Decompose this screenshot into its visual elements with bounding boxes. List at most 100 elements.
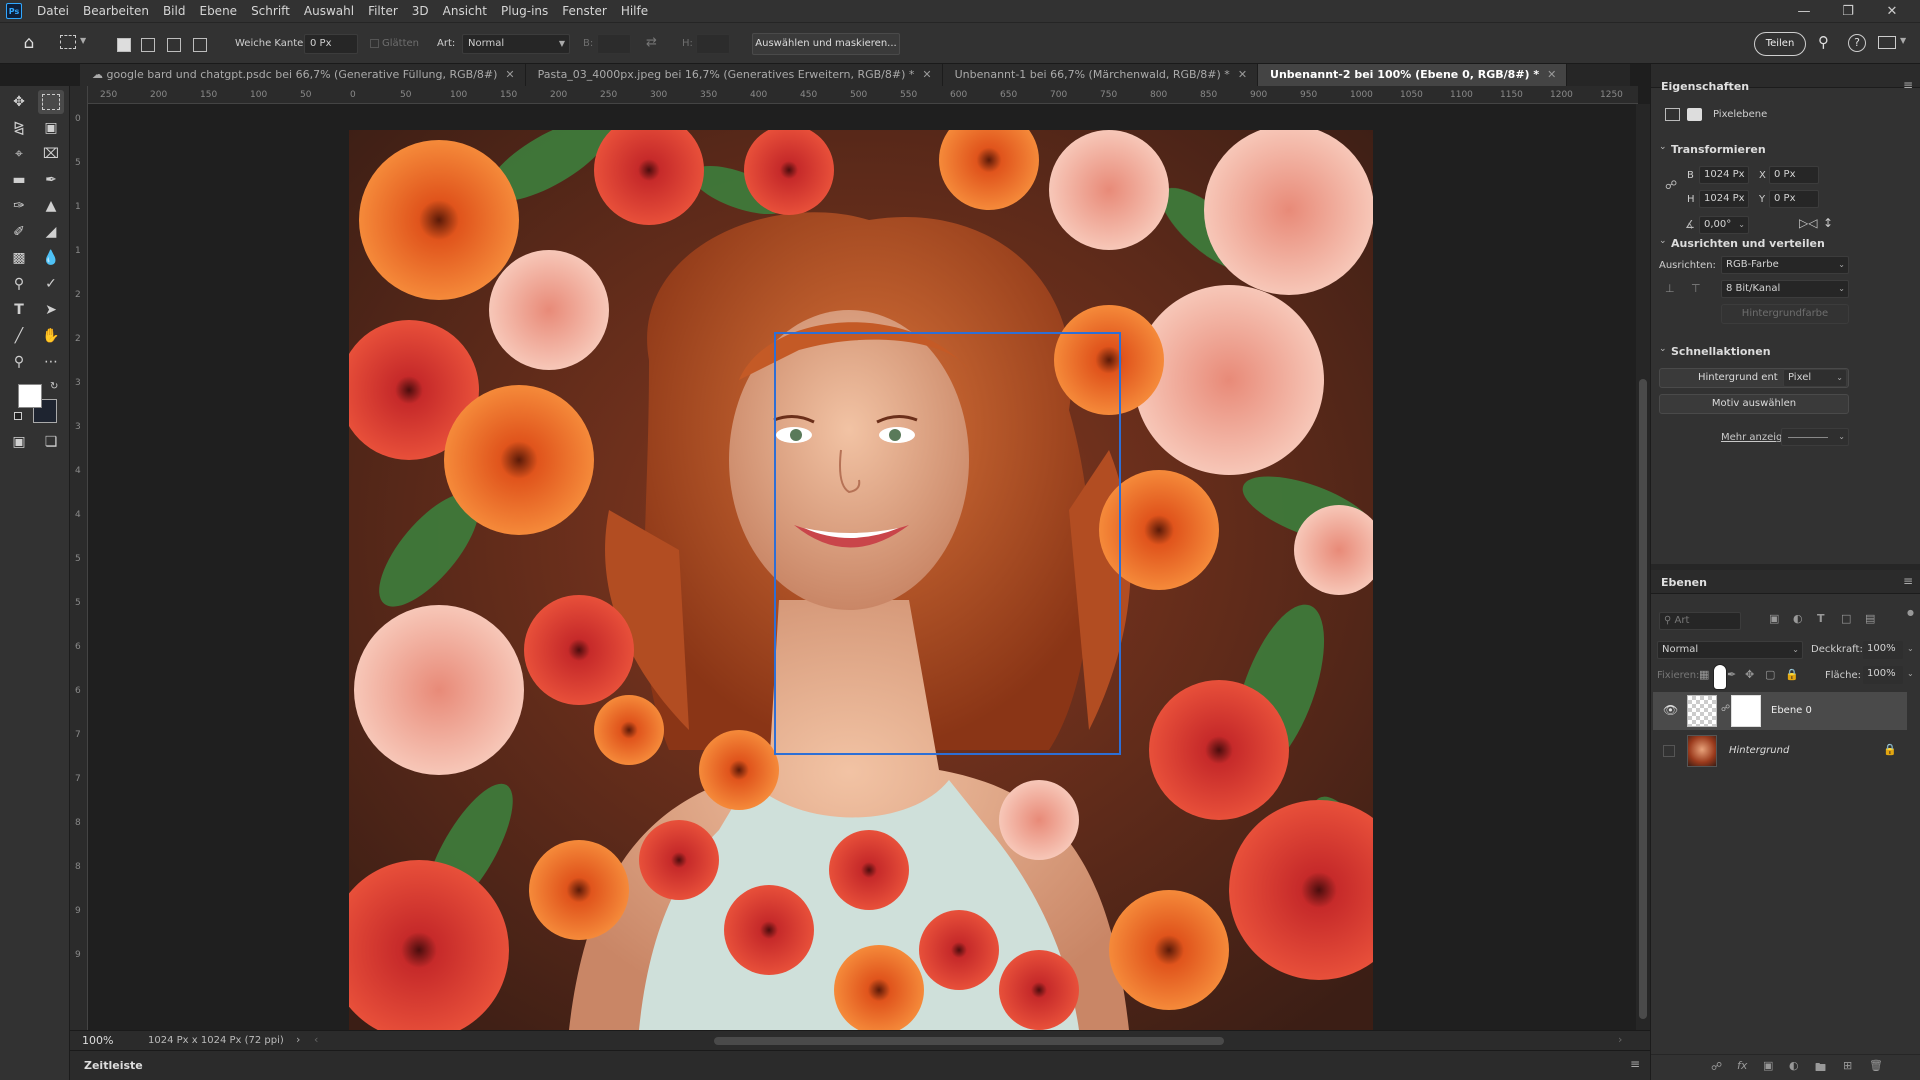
brush-tool-icon[interactable]: ✑ (6, 194, 32, 218)
zoom-level[interactable]: 100% (82, 1034, 113, 1047)
add-selection-icon[interactable] (141, 38, 155, 52)
close-tab-icon[interactable]: ✕ (1238, 68, 1247, 81)
style-select[interactable]: Normal ▼ (462, 34, 570, 54)
new-layer-icon[interactable]: ⊞ (1843, 1059, 1852, 1072)
height-field[interactable]: 1024 Px (1699, 190, 1749, 208)
feather-input[interactable]: 0 Px (304, 34, 358, 54)
x-field[interactable]: 0 Px (1769, 166, 1819, 184)
object-select-tool-icon[interactable]: ▣ (38, 116, 64, 140)
history-brush-icon[interactable]: ✐ (6, 220, 32, 244)
eyedropper-tool-icon[interactable]: ✒ (38, 168, 64, 192)
timeline-label[interactable]: Zeitleiste (84, 1059, 143, 1072)
delete-layer-icon[interactable]: 🗑 (1869, 1059, 1883, 1072)
tab-pasta[interactable]: Pasta_03_4000px.jpeg bei 16,7% (Generati… (525, 64, 943, 86)
close-tab-icon[interactable]: ✕ (922, 68, 931, 81)
minimize-icon[interactable]: — (1782, 0, 1826, 22)
screen-mode-icon[interactable]: ❏ (38, 430, 64, 454)
align-bottom-icon[interactable]: ⊥ (1665, 282, 1675, 295)
menu-schrift[interactable]: Schrift (244, 0, 297, 22)
layer-filter-input[interactable]: ⚲ Art (1659, 612, 1741, 630)
search-icon[interactable]: ⚲ (1818, 33, 1829, 51)
layer-row-ebene-0[interactable]: 👁 ☍ Ebene 0 (1653, 692, 1907, 730)
mask-icon[interactable] (1687, 108, 1702, 121)
fx-icon[interactable]: fx (1737, 1059, 1747, 1072)
visibility-toggle[interactable] (1663, 745, 1675, 757)
transform-section-title[interactable]: Transformieren (1671, 143, 1766, 156)
flip-vertical-icon[interactable]: ↕ (1823, 216, 1833, 230)
chevron-down-icon[interactable]: ⌄ (1907, 669, 1914, 678)
chevron-down-icon[interactable]: ⌄ (1659, 236, 1667, 246)
horizontal-scrollbar-thumb[interactable] (714, 1037, 1224, 1045)
frame-tool-icon[interactable]: ⌧ (38, 142, 64, 166)
layer-name[interactable]: Hintergrund (1729, 745, 1789, 756)
menu-fenster[interactable]: Fenster (555, 0, 614, 22)
pixel-select[interactable]: Pixel ⌄ (1783, 369, 1847, 387)
hand-tool-icon[interactable]: ✋ (38, 324, 64, 348)
antialias-checkbox[interactable] (370, 39, 379, 48)
menu-icon[interactable]: ≡ (1630, 1057, 1640, 1071)
tab-google-bard[interactable]: ☁ google bard und chatgpt.psdc bei 66,7%… (80, 64, 526, 86)
tab-unbenannt-2[interactable]: Unbenannt-2 bei 100% (Ebene 0, RGB/8#) *… (1258, 64, 1568, 86)
lock-all-icon[interactable]: 🔒 (1785, 668, 1799, 681)
chevron-down-icon[interactable]: ⌄ (1659, 142, 1667, 152)
tab-unbenannt-1[interactable]: Unbenannt-1 bei 66,7% (Märchenwald, RGB/… (942, 64, 1259, 86)
bit-depth-select[interactable]: 8 Bit/Kanal ⌄ (1721, 280, 1849, 298)
adjustment-layer-icon[interactable]: ◐ (1789, 1059, 1799, 1072)
rectangular-selection[interactable] (774, 332, 1121, 755)
pen-tool-icon[interactable]: ✓ (38, 272, 64, 296)
menu-plugins[interactable]: Plug-ins (494, 0, 555, 22)
scroll-left-icon[interactable]: ‹ (314, 1033, 318, 1046)
foreground-color-swatch-top[interactable] (18, 384, 42, 408)
layer-row-hintergrund[interactable]: Hintergrund 🔒 (1653, 732, 1907, 770)
eraser-tool-icon[interactable]: ◢ (38, 220, 64, 244)
blend-mode-select[interactable]: Normal ⌄ (1657, 641, 1803, 659)
document-info[interactable]: 1024 Px x 1024 Px (72 ppi) (148, 1035, 284, 1046)
show-more-link[interactable]: Mehr anzeig (1721, 432, 1782, 443)
intersect-selection-icon[interactable] (193, 38, 207, 52)
lock-artboard-icon[interactable]: ▢ (1765, 668, 1775, 681)
move-tool-icon[interactable]: ✥ (6, 90, 32, 114)
dodge-tool-icon[interactable]: ⚲ (6, 272, 32, 296)
subtract-selection-icon[interactable] (167, 38, 181, 52)
y-field[interactable]: 0 Px (1769, 190, 1819, 208)
canvas-area[interactable] (88, 104, 1638, 1030)
chevron-down-icon[interactable]: ⌄ (1907, 644, 1914, 653)
blur-tool-icon[interactable]: 💧 (38, 246, 64, 270)
panel-menu-icon[interactable]: ≡ (1903, 574, 1913, 588)
filter-adjust-icon[interactable]: ◐ (1793, 612, 1803, 625)
ruler-tool-icon[interactable]: ▬ (6, 168, 32, 192)
opacity-field[interactable]: 100% (1863, 641, 1903, 659)
share-button[interactable]: Teilen (1754, 32, 1806, 56)
lasso-tool-icon[interactable]: ⧎ (6, 116, 32, 140)
layer-name[interactable]: Ebene 0 (1771, 705, 1812, 716)
menu-ansicht[interactable]: Ansicht (436, 0, 494, 22)
zoom-tool-icon[interactable]: ⚲ (6, 350, 32, 374)
quick-mask-icon[interactable]: ▣ (6, 430, 32, 454)
gradient-tool-icon[interactable]: ▩ (6, 246, 32, 270)
rect-marquee-tool-icon[interactable] (38, 90, 64, 114)
swap-icon[interactable]: ⇄ (646, 35, 657, 50)
width-field[interactable]: 1024 Px (1699, 166, 1749, 184)
layers-panel-title[interactable]: Ebenen (1661, 576, 1707, 589)
stamp-tool-icon[interactable]: ▲ (38, 194, 64, 218)
menu-bearbeiten[interactable]: Bearbeiten (76, 0, 156, 22)
close-tab-icon[interactable]: ✕ (505, 68, 514, 81)
crop-tool-icon[interactable]: ⌖ (6, 142, 32, 166)
menu-datei[interactable]: Datei (30, 0, 76, 22)
quick-actions-title[interactable]: Schnellaktionen (1671, 345, 1771, 358)
help-icon[interactable]: ? (1848, 34, 1866, 52)
flip-horizontal-icon[interactable]: ▷◁ (1799, 216, 1817, 230)
close-window-icon[interactable]: ✕ (1870, 0, 1914, 22)
scrollbar-thumb[interactable] (1639, 379, 1647, 1019)
height-input[interactable] (696, 34, 730, 54)
chevron-down-icon[interactable]: ▼ (1900, 36, 1906, 45)
filter-pixel-icon[interactable]: ▣ (1769, 612, 1779, 625)
align-select[interactable]: RGB-Farbe ⌄ (1721, 256, 1849, 274)
align-section-title[interactable]: Ausrichten und verteilen (1671, 237, 1825, 250)
add-mask-icon[interactable]: ▣ (1763, 1059, 1773, 1072)
new-selection-icon[interactable] (117, 38, 131, 52)
select-subject-button[interactable]: Motiv auswählen (1659, 394, 1849, 414)
lock-paint-icon[interactable]: ✒ (1727, 668, 1736, 681)
more-options-select[interactable]: ⌄ (1781, 428, 1849, 446)
lock-pixels-icon[interactable]: ▦ (1699, 668, 1709, 681)
